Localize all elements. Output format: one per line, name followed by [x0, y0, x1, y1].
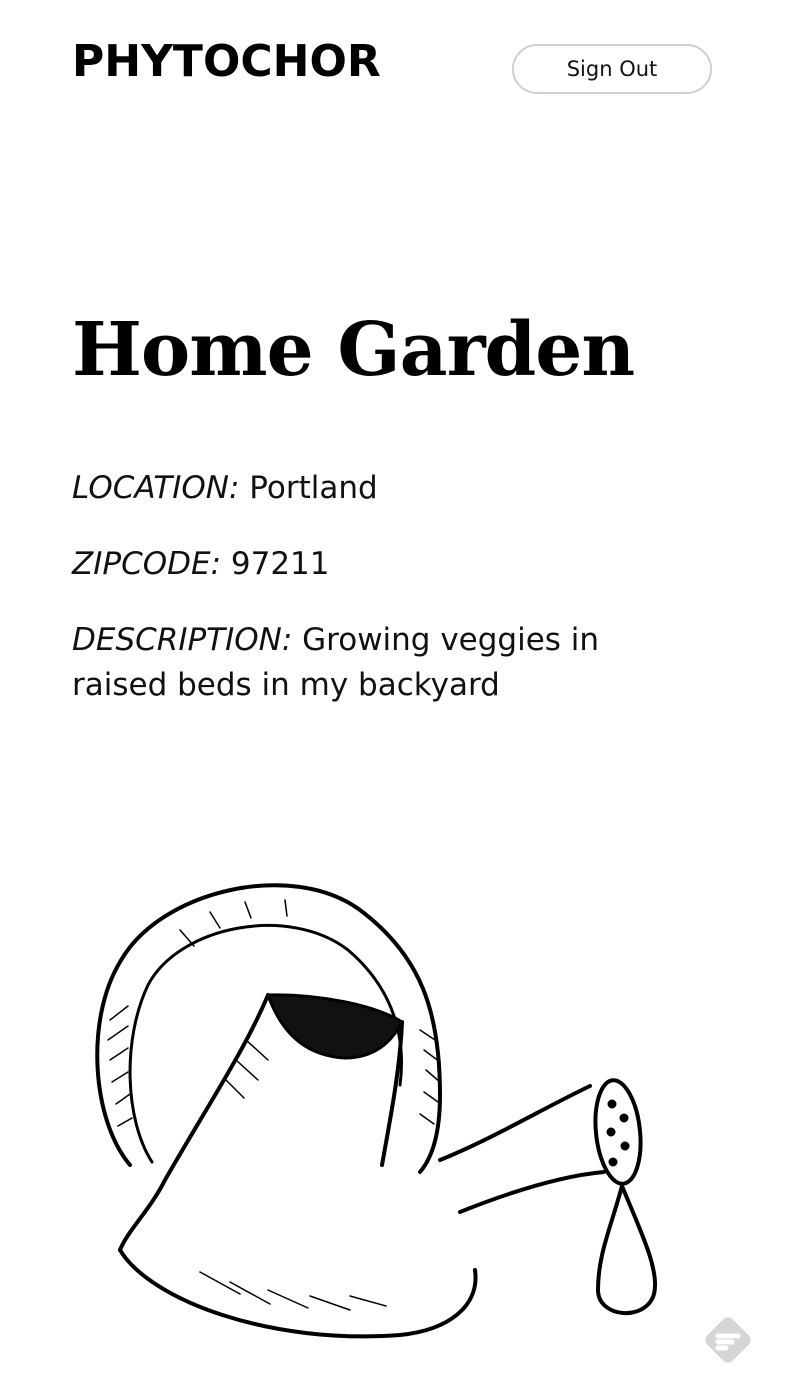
zipcode-value: 97211	[230, 546, 330, 582]
description-field: DESCRIPTION: Growing veggies in raised b…	[72, 618, 692, 708]
feedback-badge-icon[interactable]	[700, 1312, 756, 1368]
page-title: Home Garden	[72, 307, 635, 393]
location-field: LOCATION: Portland	[72, 466, 692, 511]
zipcode-label: ZIPCODE:	[72, 546, 222, 582]
location-value: Portland	[249, 470, 378, 506]
description-label: DESCRIPTION:	[72, 622, 293, 658]
brand-logo[interactable]: PHYTOCHOR	[72, 34, 381, 90]
zipcode-field: ZIPCODE: 97211	[72, 542, 692, 587]
watering-can-illustration	[95, 883, 658, 1339]
sign-out-button[interactable]: Sign Out	[512, 44, 712, 94]
location-label: LOCATION:	[72, 470, 240, 506]
